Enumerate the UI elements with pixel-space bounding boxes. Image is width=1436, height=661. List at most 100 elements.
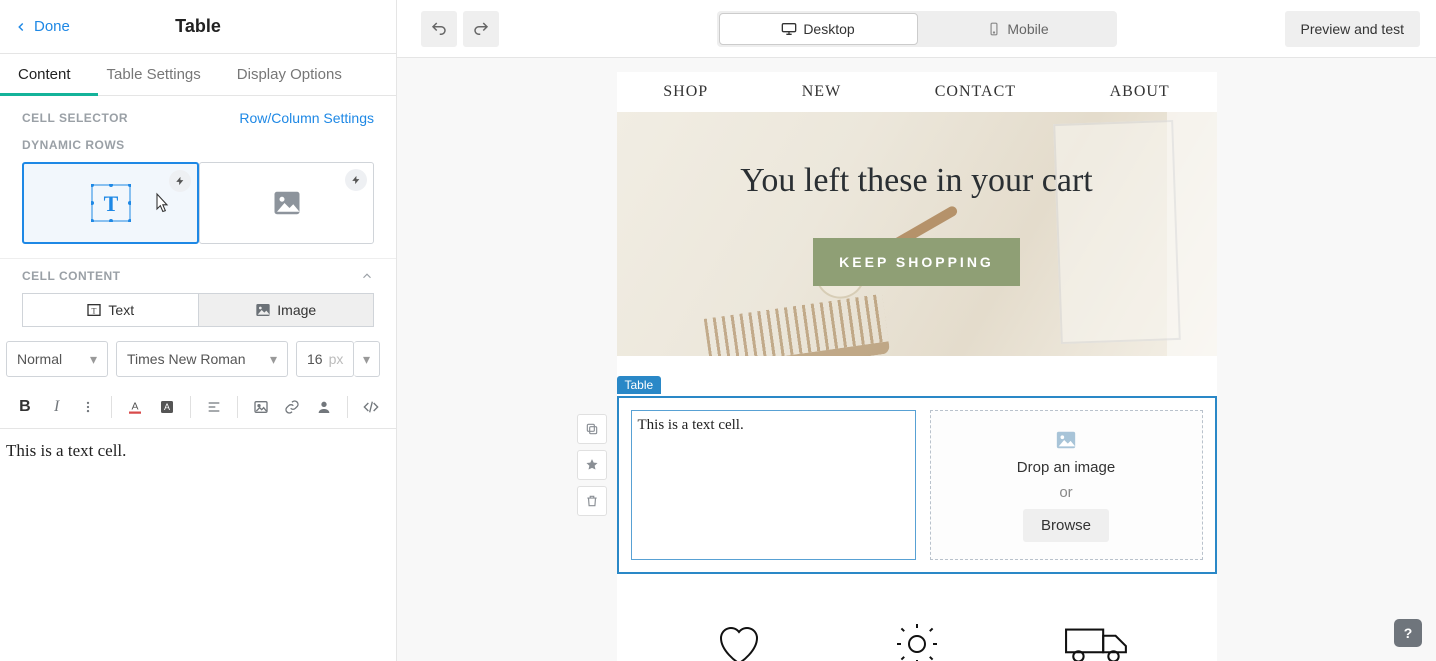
cell-type-text[interactable]: T Text bbox=[22, 293, 199, 327]
more-format-button[interactable] bbox=[74, 392, 104, 422]
row-card-image[interactable] bbox=[199, 162, 374, 244]
row-column-settings-link[interactable]: Row/Column Settings bbox=[239, 110, 374, 126]
font-size-input[interactable]: 16 px bbox=[296, 341, 354, 377]
arrow-left-icon bbox=[14, 20, 28, 34]
code-view-button[interactable] bbox=[356, 392, 386, 422]
font-family-value: Times New Roman bbox=[127, 351, 246, 367]
caret-down-icon: ▾ bbox=[90, 351, 97, 368]
italic-button[interactable]: I bbox=[42, 392, 72, 422]
cursor-icon bbox=[152, 192, 172, 216]
desktop-icon bbox=[781, 21, 797, 37]
preview-button[interactable]: Preview and test bbox=[1285, 11, 1421, 47]
tab-display-options[interactable]: Display Options bbox=[219, 54, 360, 95]
insert-link-button[interactable] bbox=[278, 392, 308, 422]
table-text-cell[interactable]: This is a text cell. bbox=[631, 410, 916, 560]
separator bbox=[237, 396, 238, 418]
nav-shop[interactable]: SHOP bbox=[663, 83, 708, 101]
hero-decor-comb bbox=[703, 294, 890, 356]
dynamic-badge-icon bbox=[169, 170, 191, 192]
nav-new[interactable]: NEW bbox=[802, 83, 841, 101]
nav-contact[interactable]: CONTACT bbox=[935, 83, 1016, 101]
help-label: ? bbox=[1404, 625, 1413, 641]
email-preview: SHOP NEW CONTACT ABOUT You left these in… bbox=[617, 72, 1217, 661]
email-feature-icons bbox=[617, 574, 1217, 661]
drop-image-text: Drop an image bbox=[1017, 459, 1115, 476]
history-controls bbox=[421, 11, 499, 47]
insert-image-button[interactable] bbox=[246, 392, 276, 422]
device-desktop[interactable]: Desktop bbox=[719, 13, 918, 45]
text-color-button[interactable]: A bbox=[120, 392, 150, 422]
table-image-cell[interactable]: Drop an image or Browse bbox=[930, 410, 1203, 560]
sidebar-header: Done Table bbox=[0, 0, 396, 54]
dynamic-rows-label: DYNAMIC ROWS bbox=[22, 138, 125, 152]
nav-about[interactable]: ABOUT bbox=[1110, 83, 1170, 101]
block-action-rail bbox=[577, 414, 607, 516]
cell-content-header[interactable]: CELL CONTENT bbox=[0, 258, 396, 293]
svg-text:T: T bbox=[92, 306, 97, 315]
canvas-topbar: Desktop Mobile Preview and test bbox=[397, 0, 1436, 58]
hero-headline: You left these in your cart bbox=[740, 162, 1093, 200]
device-mobile[interactable]: Mobile bbox=[920, 11, 1117, 47]
panel-title: Table bbox=[175, 16, 221, 37]
text-editor[interactable]: This is a text cell. bbox=[0, 429, 396, 661]
help-button[interactable]: ? bbox=[1394, 619, 1422, 647]
cell-content-type-toggle: T Text Image bbox=[0, 293, 396, 341]
redo-button[interactable] bbox=[463, 11, 499, 47]
image-icon bbox=[255, 302, 271, 318]
kebab-icon bbox=[81, 400, 95, 414]
editor-sidebar: Done Table Content Table Settings Displa… bbox=[0, 0, 397, 661]
person-icon bbox=[316, 399, 332, 415]
block-type-badge: Table bbox=[617, 376, 662, 394]
redo-icon bbox=[472, 20, 490, 38]
text-color-icon: A bbox=[126, 398, 144, 416]
save-block-button[interactable] bbox=[577, 450, 607, 480]
email-nav: SHOP NEW CONTACT ABOUT bbox=[617, 72, 1217, 112]
device-preview-toggle: Desktop Mobile bbox=[717, 11, 1117, 47]
code-icon bbox=[362, 399, 380, 415]
tab-content[interactable]: Content bbox=[0, 54, 89, 95]
align-icon bbox=[206, 399, 222, 415]
caret-down-icon: ▾ bbox=[270, 351, 277, 368]
browse-button[interactable]: Browse bbox=[1023, 509, 1109, 542]
font-size-unit: px bbox=[329, 351, 344, 367]
svg-text:T: T bbox=[103, 191, 118, 216]
undo-icon bbox=[430, 20, 448, 38]
table-block[interactable]: Table This is a text cell. bbox=[617, 396, 1217, 574]
paragraph-style-value: Normal bbox=[17, 351, 62, 367]
hero-cta-button[interactable]: KEEP SHOPPING bbox=[813, 238, 1020, 286]
table-text-cell-content: This is a text cell. bbox=[638, 417, 744, 433]
separator bbox=[111, 396, 112, 418]
undo-button[interactable] bbox=[421, 11, 457, 47]
done-label: Done bbox=[34, 18, 70, 35]
font-size-stepper[interactable]: ▾ bbox=[354, 341, 380, 377]
dynamic-badge-icon bbox=[345, 169, 367, 191]
insert-merge-tag-button[interactable] bbox=[309, 392, 339, 422]
lightbulb-icon bbox=[872, 614, 962, 661]
device-desktop-label: Desktop bbox=[803, 21, 854, 37]
font-size-value: 16 bbox=[307, 351, 323, 367]
canvas-stage[interactable]: SHOP NEW CONTACT ABOUT You left these in… bbox=[397, 58, 1436, 661]
row-card-text[interactable]: T bbox=[22, 162, 199, 244]
copy-icon bbox=[585, 422, 599, 436]
align-button[interactable] bbox=[199, 392, 229, 422]
image-placeholder-icon bbox=[1055, 429, 1077, 451]
paragraph-style-select[interactable]: Normal ▾ bbox=[6, 341, 108, 377]
mobile-icon bbox=[987, 21, 1001, 37]
hero-decor bbox=[1053, 120, 1181, 344]
cell-type-image[interactable]: Image bbox=[199, 293, 375, 327]
highlight-color-button[interactable]: A bbox=[152, 392, 182, 422]
duplicate-block-button[interactable] bbox=[577, 414, 607, 444]
separator bbox=[190, 396, 191, 418]
star-icon bbox=[585, 458, 599, 472]
font-family-select[interactable]: Times New Roman ▾ bbox=[116, 341, 288, 377]
hero-block[interactable]: You left these in your cart KEEP SHOPPIN… bbox=[617, 112, 1217, 356]
highlight-icon: A bbox=[158, 398, 176, 416]
cell-type-image-label: Image bbox=[277, 302, 316, 318]
bold-button[interactable]: B bbox=[10, 392, 40, 422]
trash-icon bbox=[585, 494, 599, 508]
cell-type-text-label: Text bbox=[108, 302, 134, 318]
done-button[interactable]: Done bbox=[14, 0, 70, 53]
chevron-up-icon bbox=[360, 269, 374, 283]
delete-block-button[interactable] bbox=[577, 486, 607, 516]
tab-table-settings[interactable]: Table Settings bbox=[89, 54, 219, 95]
